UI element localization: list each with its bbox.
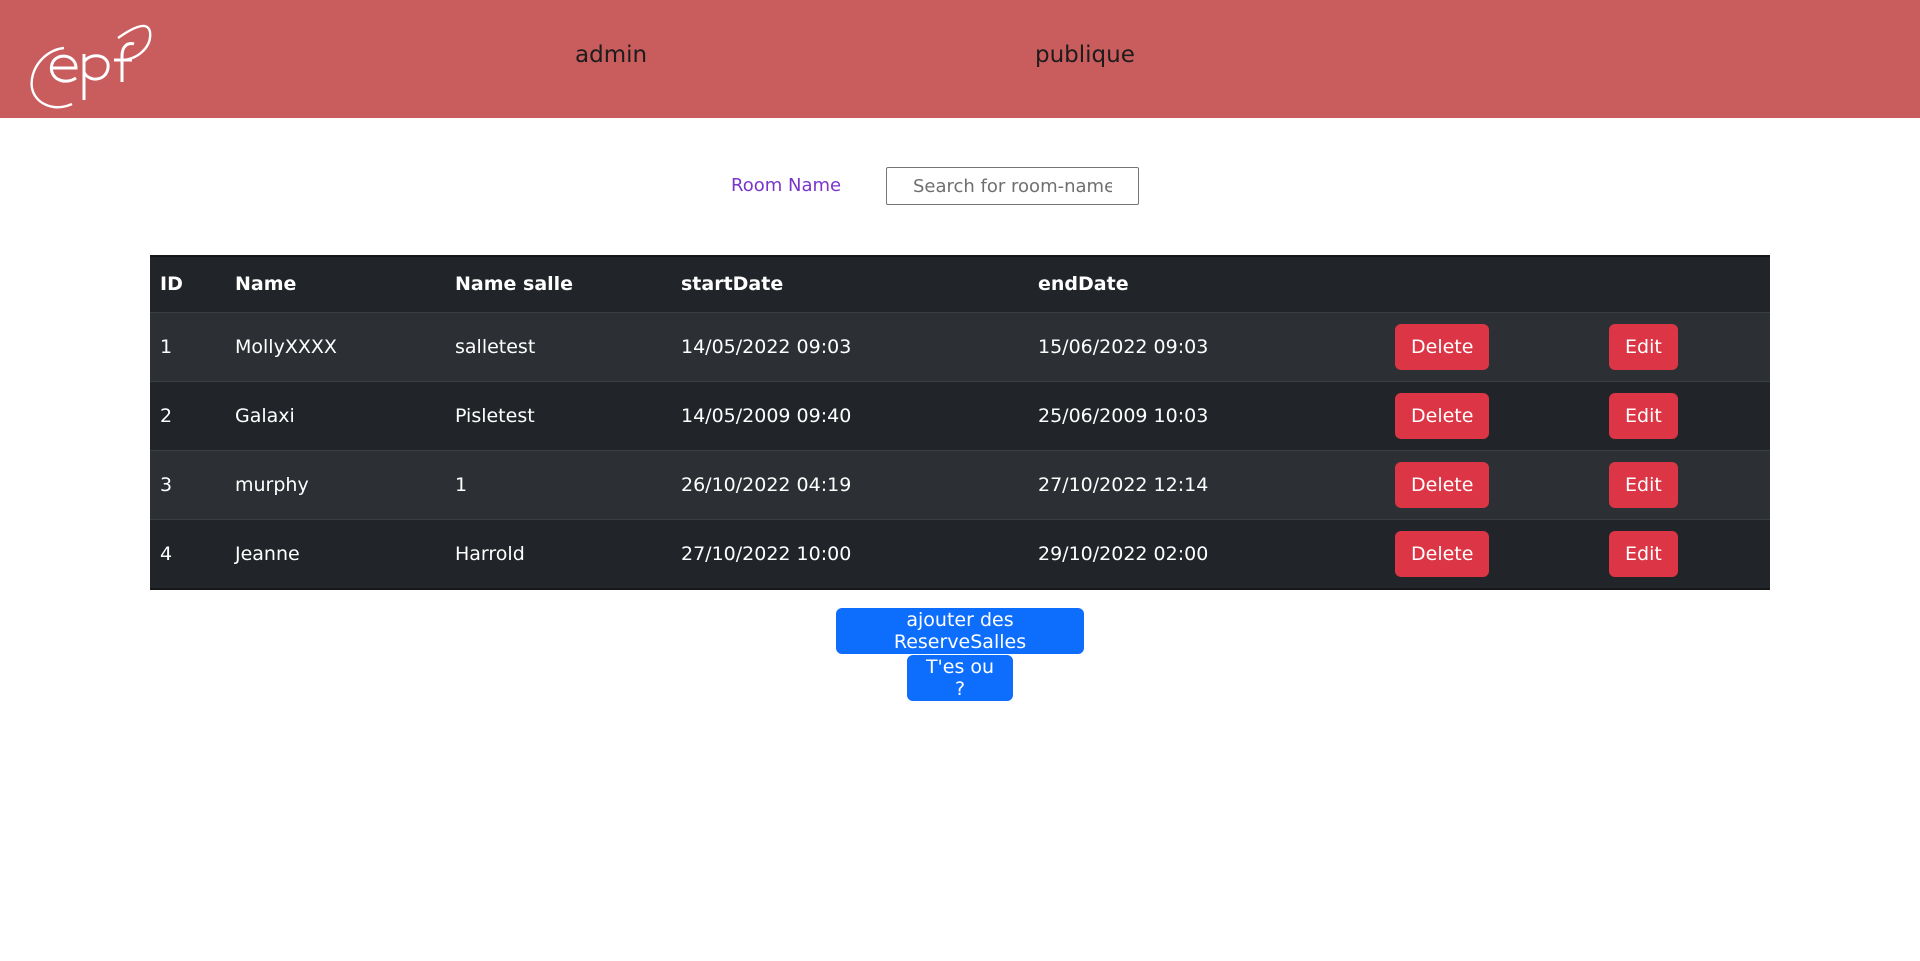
cell-id: 4 (150, 518, 225, 588)
cell-edit: Edit (1599, 449, 1770, 519)
cell-end-date: 25/06/2009 10:03 (1028, 380, 1385, 450)
top-navbar: epf admin publique (0, 0, 1920, 118)
room-name-search-input[interactable] (886, 167, 1139, 205)
cell-name: Galaxi (225, 380, 445, 450)
cell-delete: Delete (1385, 449, 1599, 519)
cell-start-date: 27/10/2022 10:00 (671, 518, 1028, 588)
cell-name: MollyXXXX (225, 311, 445, 381)
cell-id: 3 (150, 449, 225, 519)
column-header-edit (1599, 257, 1770, 312)
cell-salle: Pisletest (445, 380, 671, 450)
cell-edit: Edit (1599, 518, 1770, 588)
cell-start-date: 14/05/2009 09:40 (671, 380, 1028, 450)
edit-button[interactable]: Edit (1609, 461, 1678, 508)
table-row: 1 MollyXXXX salletest 14/05/2022 09:03 1… (150, 311, 1770, 381)
column-header-end-date: endDate (1038, 273, 1129, 296)
cell-start-date: 14/05/2022 09:03 (671, 311, 1028, 381)
nav-link-publique[interactable]: publique (1035, 42, 1135, 68)
epf-logo[interactable]: epf (24, 8, 154, 110)
table-header-row: ID Name Name salle startDate endDate (150, 257, 1770, 312)
cell-end-date: 27/10/2022 12:14 (1028, 449, 1385, 519)
nav-link-admin[interactable]: admin (575, 42, 647, 68)
column-header-id: ID (160, 273, 183, 296)
cell-salle: Harrold (445, 518, 671, 588)
search-label: Room Name (731, 175, 842, 196)
cell-end-date: 29/10/2022 02:00 (1028, 518, 1385, 588)
add-reservation-button[interactable]: ajouter des ReserveSalles (836, 608, 1084, 654)
search-bar: Room Name (0, 167, 1920, 205)
cell-delete: Delete (1385, 380, 1599, 450)
cell-delete: Delete (1385, 311, 1599, 381)
delete-button[interactable]: Delete (1395, 530, 1490, 577)
cell-end-date: 15/06/2022 09:03 (1028, 311, 1385, 381)
where-are-you-button[interactable]: T'es ou ? (907, 655, 1013, 701)
edit-button[interactable]: Edit (1609, 530, 1678, 577)
cell-id: 1 (150, 311, 225, 381)
cell-edit: Edit (1599, 311, 1770, 381)
column-header-name-salle: Name salle (455, 273, 574, 296)
column-header-start-date: startDate (681, 273, 784, 296)
reservations-table: ID Name Name salle startDate endDate 1 M… (150, 255, 1770, 590)
delete-button[interactable]: Delete (1395, 461, 1490, 508)
cell-salle: 1 (445, 449, 671, 519)
edit-button[interactable]: Edit (1609, 392, 1678, 439)
cell-start-date: 26/10/2022 04:19 (671, 449, 1028, 519)
delete-button[interactable]: Delete (1395, 323, 1490, 370)
table-row: 4 Jeanne Harrold 27/10/2022 10:00 29/10/… (150, 518, 1770, 588)
cell-salle: salletest (445, 311, 671, 381)
column-header-name: Name (235, 273, 297, 296)
cell-id: 2 (150, 380, 225, 450)
column-header-delete (1385, 257, 1599, 312)
cell-name: murphy (225, 449, 445, 519)
table-row: 2 Galaxi Pisletest 14/05/2009 09:40 25/0… (150, 380, 1770, 450)
edit-button[interactable]: Edit (1609, 323, 1678, 370)
cell-delete: Delete (1385, 518, 1599, 588)
cell-edit: Edit (1599, 380, 1770, 450)
cell-name: Jeanne (225, 518, 445, 588)
table-row: 3 murphy 1 26/10/2022 04:19 27/10/2022 1… (150, 449, 1770, 519)
delete-button[interactable]: Delete (1395, 392, 1490, 439)
